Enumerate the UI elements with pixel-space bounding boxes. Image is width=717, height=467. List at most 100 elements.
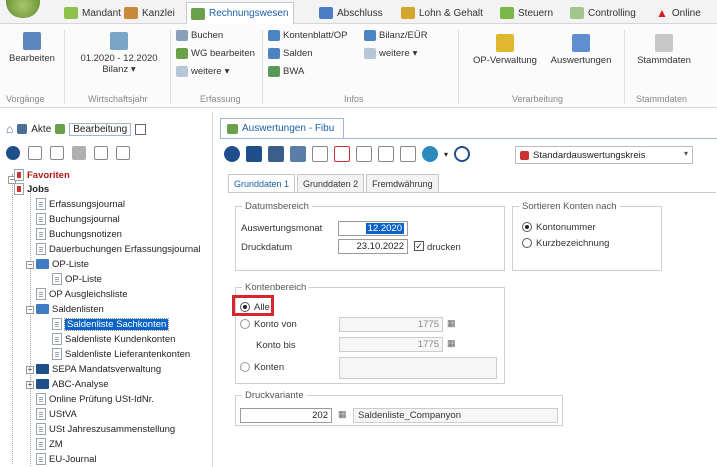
expand-icon[interactable]: + bbox=[26, 366, 34, 374]
weitere-infos-button[interactable]: weitere ▾ bbox=[364, 48, 417, 59]
tab-controlling[interactable]: Controlling bbox=[566, 2, 640, 24]
tree-item-eu-journal[interactable]: EU-Journal bbox=[36, 452, 97, 466]
akte-tab[interactable]: Akte bbox=[31, 124, 51, 135]
tab-mandant[interactable]: Mandant bbox=[60, 2, 125, 24]
tab-grunddaten-1[interactable]: Grunddaten 1 bbox=[228, 174, 296, 192]
auswertungskreis-select[interactable]: Standardauswertungskreis ▾ bbox=[515, 146, 693, 164]
tree-item-saldenlisten-folder[interactable]: Saldenlisten bbox=[36, 302, 104, 316]
binoculars-icon[interactable]: ▦ bbox=[338, 409, 347, 420]
kontonummer-radio[interactable] bbox=[522, 222, 532, 232]
salden-button[interactable]: Salden bbox=[268, 48, 313, 59]
save-icon[interactable] bbox=[246, 146, 262, 162]
druckvariante-nr-input[interactable]: 202 bbox=[240, 408, 332, 423]
tab-fremdwaehrung[interactable]: Fremdwährung bbox=[366, 174, 439, 192]
tree-item-buchungsjournal[interactable]: Buchungsjournal bbox=[36, 212, 120, 226]
dropdown-arrow-icon[interactable]: ▾ bbox=[444, 150, 448, 159]
wirtschaftsjahr-button[interactable]: 01.2020 - 12.2020 Bilanz ▾ bbox=[74, 32, 164, 75]
kurzbezeichnung-radio[interactable] bbox=[522, 238, 532, 248]
op-verwaltung-button[interactable]: OP-Verwaltung bbox=[464, 34, 546, 66]
bwa-button[interactable]: BWA bbox=[268, 66, 304, 77]
ribbon: Bearbeiten Vorgänge 01.2020 - 12.2020 Bi… bbox=[0, 24, 717, 108]
export-icon[interactable] bbox=[116, 146, 130, 160]
tab-grunddaten-2[interactable]: Grunddaten 2 bbox=[297, 174, 365, 192]
tree-item-ustva[interactable]: UStVA bbox=[36, 407, 77, 421]
bilanz-euer-button[interactable]: Bilanz/EÜR bbox=[364, 30, 428, 41]
konto-bis-input[interactable]: 1775 bbox=[339, 337, 443, 352]
buchen-label: Buchen bbox=[191, 30, 224, 41]
tree-item-op-ausgleichsliste[interactable]: OP Ausgleichsliste bbox=[36, 287, 128, 301]
tab-rechnungswesen[interactable]: Rechnungswesen bbox=[186, 2, 294, 24]
bearbeitung-icon bbox=[55, 124, 66, 134]
tree-item-saldenliste-kundenkonten[interactable]: Saldenliste Kundenkonten bbox=[52, 332, 175, 346]
bearbeiten-button[interactable]: Bearbeiten bbox=[4, 32, 60, 64]
weitere-erfassung-button[interactable]: weitere ▾ bbox=[176, 66, 229, 77]
app-menu-button[interactable] bbox=[6, 0, 40, 18]
navigate-icon[interactable] bbox=[224, 146, 240, 162]
tree-label: Online Prüfung USt-IdNr. bbox=[49, 393, 155, 405]
drucken-checkbox[interactable]: ✓ bbox=[414, 241, 424, 251]
refresh-icon[interactable] bbox=[454, 146, 471, 162]
stammdaten-button[interactable]: Stammdaten bbox=[628, 34, 700, 66]
tree-item-op-liste-folder[interactable]: OP-Liste bbox=[36, 257, 89, 271]
print-icon[interactable] bbox=[268, 146, 284, 162]
tab-abschluss[interactable]: Abschluss bbox=[315, 2, 387, 24]
tree-item-sepa[interactable]: SEPA Mandatsverwaltung bbox=[36, 362, 161, 376]
preview-icon[interactable] bbox=[312, 146, 328, 162]
chart-icon[interactable] bbox=[400, 146, 416, 162]
binoculars-icon[interactable]: ▦ bbox=[447, 318, 456, 329]
home-icon[interactable]: ⌂ bbox=[6, 122, 13, 136]
group-label-wirtschaftsjahr: Wirtschaftsjahr bbox=[88, 94, 148, 104]
konten-textarea[interactable] bbox=[339, 357, 497, 379]
tree-item-dauerbuchungen[interactable]: Dauerbuchungen Erfassungsjournal bbox=[36, 242, 201, 256]
expand-icon[interactable]: + bbox=[26, 381, 34, 389]
tree-item-favoriten[interactable]: Favoriten bbox=[14, 168, 70, 182]
druckdatum-input[interactable]: 23.10.2022 bbox=[338, 239, 408, 254]
tree-item-online-pruefung[interactable]: Online Prüfung USt-IdNr. bbox=[36, 392, 154, 406]
konto-von-input[interactable]: 1775 bbox=[339, 317, 443, 332]
auswertungen-tab-icon bbox=[227, 123, 238, 134]
tree-item-saldenliste-sachkonten[interactable]: Saldenliste Sachkonten bbox=[52, 317, 170, 331]
dropdown-arrow-icon: ▾ bbox=[683, 149, 688, 158]
buchen-button[interactable]: Buchen bbox=[176, 30, 223, 41]
datumsbereich-group: Datumsbereich bbox=[235, 201, 505, 271]
tree-label: ZM bbox=[49, 438, 63, 450]
print-settings-icon[interactable] bbox=[290, 146, 306, 162]
export-icon[interactable] bbox=[378, 146, 394, 162]
auswertungen-button[interactable]: Auswertungen bbox=[546, 34, 616, 66]
tree-item-saldenliste-lieferantenkonten[interactable]: Saldenliste Lieferantenkonten bbox=[52, 347, 190, 361]
konto-von-radio[interactable] bbox=[240, 319, 250, 329]
kontenblatt-button[interactable]: Kontenblatt/OP bbox=[268, 30, 347, 41]
collapse-icon[interactable]: − bbox=[26, 306, 34, 314]
tree-item-op-liste[interactable]: OP-Liste bbox=[52, 272, 102, 286]
tree-item-abc-analyse[interactable]: ABC-Analyse bbox=[36, 377, 109, 391]
email-icon[interactable] bbox=[356, 146, 372, 162]
auswertungsmonat-input[interactable]: 12.2020 bbox=[338, 221, 408, 236]
pdf-icon[interactable] bbox=[334, 146, 350, 162]
new-folder-icon[interactable] bbox=[50, 146, 64, 160]
document-tab-auswertungen[interactable]: Auswertungen - Fibu bbox=[220, 118, 344, 138]
konten-radio[interactable] bbox=[240, 362, 250, 372]
binoculars-icon[interactable]: ▦ bbox=[447, 338, 456, 349]
tab-online[interactable]: ▲ Online bbox=[652, 2, 705, 24]
wj-sub: Bilanz bbox=[102, 64, 129, 75]
tab-lohn-gehalt[interactable]: Lohn & Gehalt bbox=[397, 2, 487, 24]
tree-item-zm[interactable]: ZM bbox=[36, 437, 63, 451]
properties-icon[interactable] bbox=[94, 146, 108, 160]
delete-icon[interactable] bbox=[72, 146, 86, 160]
tree-item-jobs[interactable]: Jobs bbox=[14, 182, 49, 196]
tree-item-erfassungsjournal[interactable]: Erfassungsjournal bbox=[36, 197, 125, 211]
globe-icon[interactable] bbox=[422, 146, 438, 162]
panel-splitter[interactable] bbox=[212, 112, 213, 467]
navigate-icon[interactable] bbox=[6, 146, 20, 160]
collapse-icon[interactable]: − bbox=[26, 261, 34, 269]
wg-bearbeiten-button[interactable]: WG bearbeiten bbox=[176, 48, 255, 59]
drucken-label: drucken bbox=[427, 242, 461, 253]
search-doc-icon[interactable] bbox=[28, 146, 42, 160]
tree-item-buchungsnotizen[interactable]: Buchungsnotizen bbox=[36, 227, 122, 241]
tab-kanzlei[interactable]: Kanzlei bbox=[120, 2, 179, 24]
tab-steuern[interactable]: Steuern bbox=[496, 2, 557, 24]
favorites-icon bbox=[14, 169, 24, 181]
bearbeitung-tab[interactable]: Bearbeitung bbox=[69, 122, 132, 136]
panel-toggle-icon[interactable] bbox=[135, 123, 147, 135]
tree-item-ust-jahreszusammenstellung[interactable]: USt Jahreszusammenstellung bbox=[36, 422, 175, 436]
